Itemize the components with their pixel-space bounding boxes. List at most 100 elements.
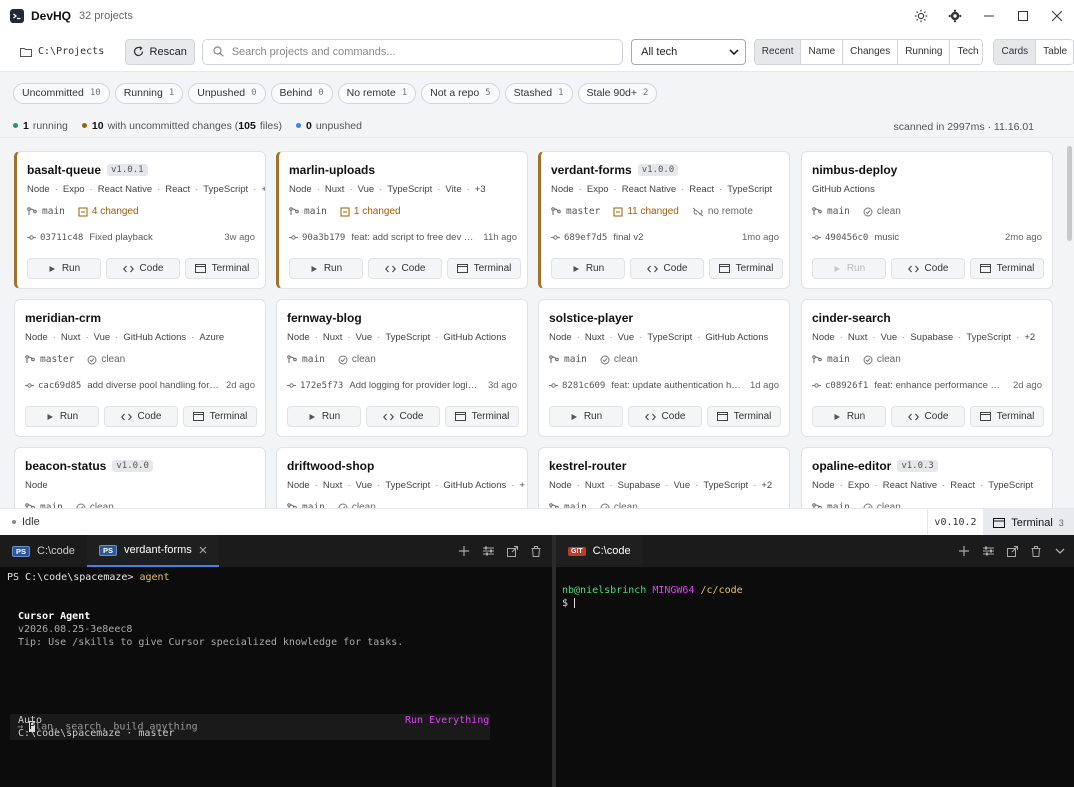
trash-icon[interactable]	[524, 535, 548, 567]
sort-tab-running[interactable]: Running	[898, 39, 951, 64]
rescan-button[interactable]: Rescan	[124, 38, 195, 65]
terminal-output-left[interactable]: PS C:\code\spacemaze> agent Cursor Agent…	[0, 567, 552, 787]
open-terminal-button[interactable]: Terminal	[970, 406, 1044, 427]
project-card[interactable]: beacon-status v1.0.0 Node main clean	[14, 447, 266, 508]
tech-tag: Azure	[199, 332, 225, 343]
stat-running: 1 running	[13, 120, 68, 132]
tech-tag: React	[950, 480, 976, 491]
project-card[interactable]: basalt-queue v1.0.1 Node · Expo · React Native…	[14, 151, 266, 289]
open-terminal-button[interactable]: Terminal	[445, 406, 519, 427]
changes-label: 1 changed	[353, 206, 401, 217]
filter-chip-not-a-repo[interactable]: Not a repo 5	[421, 82, 500, 104]
collapse-chevron-down-icon[interactable]	[1048, 535, 1072, 567]
popout-external-icon[interactable]	[500, 535, 524, 567]
trash-icon[interactable]	[1024, 535, 1048, 567]
filter-chip-uncommitted[interactable]: Uncommitted 10	[13, 82, 110, 104]
new-terminal-plus-icon[interactable]	[952, 535, 976, 567]
terminal-icon	[979, 412, 991, 421]
project-card[interactable]: cinder-search Node · Nuxt · Vue · Supabase · Type…	[801, 299, 1053, 437]
filter-chip-unpushed[interactable]: Unpushed 0	[188, 82, 266, 104]
open-code-button[interactable]: Code	[630, 258, 704, 279]
popout-external-icon[interactable]	[1000, 535, 1024, 567]
project-card[interactable]: marlin-uploads Node · Nuxt · Vue · TypeScript · V…	[276, 151, 528, 289]
terminal-icon	[979, 264, 991, 273]
run-button[interactable]: Run	[549, 406, 623, 427]
run-button[interactable]: Run	[551, 258, 625, 279]
view-tab-cards[interactable]: Cards	[994, 39, 1037, 64]
filter-chip-stashed[interactable]: Stashed 1	[504, 82, 573, 104]
run-button[interactable]: Run	[812, 406, 886, 427]
app-logo-icon	[10, 9, 24, 23]
view-tab-table[interactable]: Table	[1036, 39, 1074, 64]
filter-chip-count: 1	[401, 88, 408, 98]
settings-gear-icon[interactable]	[938, 0, 972, 32]
filter-chip-no-remote[interactable]: No remote 1	[337, 82, 417, 104]
maximize-icon[interactable]	[1006, 0, 1040, 32]
run-everything-toggle[interactable]: Run Everything	[405, 715, 489, 726]
open-code-button[interactable]: Code	[628, 406, 702, 427]
tech-filter-select[interactable]: All tech	[631, 38, 746, 65]
terminal-tab-code[interactable]: PS C:\code	[0, 535, 87, 567]
terminal-tab-git-code[interactable]: GIT C:\code	[556, 535, 643, 567]
open-terminal-button[interactable]: Terminal	[185, 258, 259, 279]
run-button[interactable]: Run	[287, 406, 361, 427]
project-card[interactable]: opaline-editor v1.0.3 Node · Expo · React Nati…	[801, 447, 1053, 508]
open-code-button[interactable]: Code	[366, 406, 440, 427]
tech-list: Node · Nuxt · Vue · GitHub Actions · Azure	[25, 332, 225, 343]
terminal-tab-verdant-forms[interactable]: PS verdant-forms	[86, 535, 219, 567]
sort-tab-changes[interactable]: Changes	[843, 39, 899, 64]
terminal-label: Terminal	[735, 263, 774, 274]
theme-toggle-sun-icon[interactable]	[904, 0, 938, 32]
changes-icon	[78, 207, 88, 217]
project-name: beacon-status	[25, 459, 107, 473]
terminal-toggle-button[interactable]: Terminal 3	[983, 509, 1074, 536]
sort-tab-recent[interactable]: Recent	[754, 39, 802, 64]
sort-tab-name[interactable]: Name	[801, 39, 844, 64]
filter-chip-running[interactable]: Running 1	[114, 82, 184, 104]
terminal-output-right[interactable]: nb@nielsbrinch MINGW64 /c/code $	[556, 567, 1074, 787]
run-button[interactable]: Run	[27, 258, 101, 279]
open-code-button[interactable]: Code	[106, 258, 180, 279]
open-terminal-button[interactable]: Terminal	[447, 258, 521, 279]
project-card[interactable]: solstice-player Node · Nuxt · Vue · TypeScript ·…	[538, 299, 790, 437]
sort-tab-tech[interactable]: Tech	[950, 39, 983, 64]
projects-path[interactable]: C:\Projects	[20, 46, 119, 57]
tech-list: Node · Nuxt · Vue · TypeScript · Vite · +3	[289, 184, 486, 195]
project-card[interactable]: driftwood-shop Node · Nuxt · Vue · TypeScript · G…	[276, 447, 528, 508]
open-code-button[interactable]: Code	[891, 406, 965, 427]
minimize-icon[interactable]	[972, 0, 1006, 32]
terminal-settings-sliders-icon[interactable]	[476, 535, 500, 567]
run-button[interactable]: Run	[289, 258, 363, 279]
grid-scrollbar[interactable]	[1067, 146, 1072, 241]
tab-close-icon[interactable]	[199, 546, 207, 554]
filter-chip-stale[interactable]: Stale 90d+ 2	[577, 82, 658, 104]
tech-list: Node · Expo · React Native · React · TypeScript	[812, 480, 1034, 491]
new-terminal-plus-icon[interactable]	[452, 535, 476, 567]
search-input[interactable]	[231, 45, 612, 58]
project-card[interactable]: kestrel-router Node · Nuxt · Supabase · Vue · Typ…	[538, 447, 790, 508]
open-terminal-button[interactable]: Terminal	[709, 258, 783, 279]
open-code-button[interactable]: Code	[104, 406, 178, 427]
project-card[interactable]: fernway-blog Node · Nuxt · Vue · TypeScript · Git…	[276, 299, 528, 437]
agent-mode[interactable]: Auto	[18, 715, 42, 726]
project-card[interactable]: nimbus-deploy GitHub Actions main clean 4904…	[801, 151, 1053, 289]
search-box[interactable]	[201, 38, 624, 65]
open-terminal-button[interactable]: Terminal	[707, 406, 781, 427]
open-terminal-button[interactable]: Terminal	[970, 258, 1044, 279]
run-label: Run	[846, 411, 866, 422]
open-code-button[interactable]: Code	[368, 258, 442, 279]
open-terminal-button[interactable]: Terminal	[183, 406, 257, 427]
code-brackets-icon	[907, 265, 919, 273]
commit-message: add diverse pool handling for vid...	[87, 380, 220, 391]
run-button[interactable]: Run	[25, 406, 99, 427]
clean-status: clean	[863, 354, 901, 365]
project-card[interactable]: verdant-forms v1.0.0 Node · Expo · React Nativ…	[538, 151, 790, 289]
open-code-button[interactable]: Code	[891, 258, 965, 279]
filter-chip-behind[interactable]: Behind 0	[270, 82, 333, 104]
terminal-settings-sliders-icon[interactable]	[976, 535, 1000, 567]
run-button[interactable]: Run	[812, 258, 886, 279]
close-icon[interactable]	[1040, 0, 1074, 32]
project-card[interactable]: meridian-crm Node · Nuxt · Vue · GitHub Actions…	[14, 299, 266, 437]
terminal-tabbar-left: PS C:\code PS verdant-forms	[0, 535, 552, 567]
folder-icon	[20, 47, 32, 57]
